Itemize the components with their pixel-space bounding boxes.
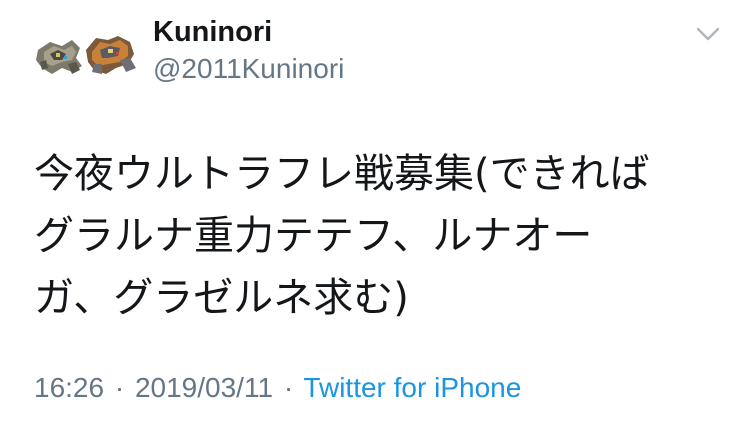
- tweet-text: 今夜ウルトラフレ戦募集(できれば グラルナ重力テテフ、ルナオー ガ、グラゼルネ求…: [34, 143, 724, 329]
- tweet-text-line: 今夜ウルトラフレ戦募集(できれば: [34, 151, 650, 197]
- tweet-time[interactable]: 16:26: [34, 372, 104, 403]
- tweet-meta: 16:26 · 2019/03/11 · Twitter for iPhone: [34, 368, 521, 408]
- tweet-text-line: グラルナ重力テテフ、ルナオー: [34, 213, 593, 259]
- chevron-down-icon[interactable]: [694, 22, 722, 46]
- user-handle[interactable]: @2011Kuninori: [153, 52, 344, 86]
- tweet-date[interactable]: 2019/03/11: [135, 372, 273, 403]
- meta-separator: ·: [283, 372, 294, 403]
- tweet-text-line: ガ、グラゼルネ求む): [34, 275, 409, 321]
- tweet-card: Kuninori @2011Kuninori 今夜ウルトラフレ戦募集(できれば …: [0, 0, 750, 427]
- pokemon-sprites-icon: [36, 36, 136, 74]
- tweet-source-link[interactable]: Twitter for iPhone: [303, 372, 521, 403]
- meta-separator: ·: [114, 372, 125, 403]
- display-name[interactable]: Kuninori: [153, 14, 272, 50]
- avatar[interactable]: [32, 28, 140, 88]
